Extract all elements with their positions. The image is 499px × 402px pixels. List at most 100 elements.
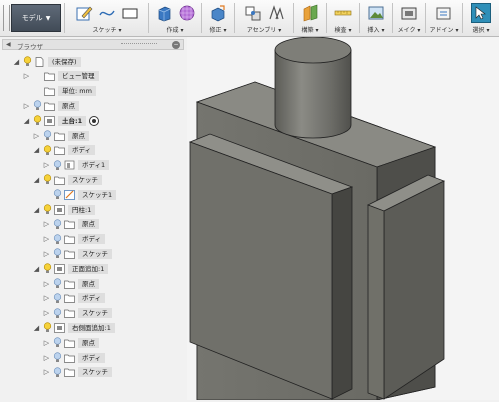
- rectangle-icon[interactable]: [120, 3, 140, 23]
- insert-image-icon[interactable]: [366, 3, 386, 23]
- browser-node-label[interactable]: 原点: [68, 130, 89, 141]
- addins-group[interactable]: アドイン ▾: [427, 2, 461, 35]
- browser-node[interactable]: ▷ 原点: [32, 129, 89, 142]
- lightbulb-icon[interactable]: [43, 145, 52, 156]
- collapse-arrow-icon[interactable]: ◢: [32, 146, 41, 154]
- browser-node-label[interactable]: ボディ1: [78, 160, 110, 171]
- expand-arrow-icon[interactable]: ▷: [42, 294, 51, 302]
- create-sketch-icon[interactable]: [74, 3, 94, 23]
- expand-arrow-icon[interactable]: ▷: [42, 354, 51, 362]
- select-menu-label[interactable]: 選択 ▾: [464, 25, 498, 34]
- browser-node-label[interactable]: スケッチ: [78, 248, 112, 259]
- addins-menu-label[interactable]: アドイン ▾: [427, 25, 461, 34]
- make-group[interactable]: メイク ▾: [394, 2, 424, 35]
- browser-node-label[interactable]: スケッチ: [78, 367, 112, 378]
- expand-arrow-icon[interactable]: ▷: [22, 102, 31, 110]
- assembly-menu-label[interactable]: アセンブリ ▾: [236, 25, 292, 34]
- browser-node-label[interactable]: スケッチ: [78, 308, 112, 319]
- collapse-arrow-icon[interactable]: ◢: [32, 265, 41, 273]
- browser-node[interactable]: ▷ スケッチ: [42, 247, 112, 260]
- lightbulb-icon[interactable]: [23, 56, 32, 67]
- browser-node[interactable]: ▷ ボディ: [42, 292, 106, 305]
- close-icon[interactable]: −: [172, 41, 180, 49]
- collapse-arrow-icon[interactable]: ◀: [6, 41, 11, 48]
- browser-node[interactable]: ▷ ビュー管理: [22, 70, 99, 83]
- lightbulb-icon[interactable]: [53, 189, 62, 200]
- lightbulb-icon[interactable]: [53, 219, 62, 230]
- browser-node-label[interactable]: ボディ: [78, 352, 106, 363]
- collapse-arrow-icon[interactable]: ◢: [12, 58, 21, 66]
- lightbulb-icon[interactable]: [53, 233, 62, 245]
- create-group[interactable]: 作成 ▾: [150, 2, 200, 35]
- browser-node-label[interactable]: 土台:1: [58, 115, 87, 126]
- lightbulb-icon[interactable]: [43, 204, 52, 215]
- browser-node-label[interactable]: ボディ: [68, 145, 96, 156]
- browser-node-label[interactable]: ボディ: [78, 234, 106, 245]
- assembly-group[interactable]: アセンブリ ▾: [236, 2, 292, 35]
- lightbulb-icon[interactable]: [53, 337, 62, 348]
- modify-group[interactable]: 修正 ▾: [203, 2, 233, 35]
- browser-node-label[interactable]: スケッチ1: [78, 189, 117, 200]
- browser-node[interactable]: ▷ ボディ: [42, 351, 106, 364]
- joint-icon[interactable]: [243, 3, 263, 23]
- construct-menu-label[interactable]: 構築 ▾: [295, 25, 325, 34]
- browser-node[interactable]: 単位: mm: [22, 85, 96, 98]
- lightbulb-icon[interactable]: [53, 307, 62, 319]
- extrude-icon[interactable]: [154, 3, 174, 23]
- expand-arrow-icon[interactable]: ▷: [42, 161, 51, 169]
- browser-node-label[interactable]: 原点: [78, 278, 99, 289]
- browser-node[interactable]: ▷ 原点: [42, 218, 99, 231]
- expand-arrow-icon[interactable]: ▷: [42, 339, 51, 347]
- browser-node-label[interactable]: 原点: [78, 337, 99, 348]
- browser-node[interactable]: ▷ 原点: [42, 277, 99, 290]
- make-menu-label[interactable]: メイク ▾: [394, 25, 424, 34]
- expand-arrow-icon[interactable]: ▷: [42, 235, 51, 243]
- collapse-arrow-icon[interactable]: ◢: [32, 206, 41, 214]
- modify-menu-label[interactable]: 修正 ▾: [203, 25, 233, 34]
- browser-node[interactable]: スケッチ1: [42, 188, 117, 201]
- browser-node[interactable]: ◢ 土台:1: [22, 114, 100, 127]
- browser-node-label[interactable]: 原点: [58, 100, 79, 111]
- browser-node-label[interactable]: 円柱:1: [68, 204, 96, 215]
- lightbulb-icon[interactable]: [33, 115, 42, 126]
- collapse-arrow-icon[interactable]: ◢: [32, 176, 41, 184]
- create-menu-label[interactable]: 作成 ▾: [150, 25, 200, 34]
- cylinder-body[interactable]: [274, 36, 352, 139]
- expand-arrow-icon[interactable]: ▷: [42, 309, 51, 317]
- insert-group[interactable]: 挿入 ▾: [361, 2, 391, 35]
- sphere-grid-icon[interactable]: [177, 3, 197, 23]
- expand-arrow-icon[interactable]: ▷: [42, 250, 51, 258]
- toolbar-grip[interactable]: [3, 5, 10, 31]
- lightbulb-icon[interactable]: [53, 352, 62, 363]
- browser-node[interactable]: ▷ スケッチ: [42, 366, 112, 379]
- browser-node[interactable]: ◢ ボディ: [32, 144, 96, 157]
- browser-node-label[interactable]: ビュー管理: [58, 71, 99, 82]
- lightbulb-icon[interactable]: [43, 263, 52, 274]
- lightbulb-icon[interactable]: [53, 367, 62, 378]
- press-pull-icon[interactable]: [208, 3, 228, 23]
- browser-node[interactable]: ◢ 右側面追加:1: [32, 321, 115, 334]
- browser-node[interactable]: ▷ ボディ: [42, 233, 106, 246]
- sketch-menu-label[interactable]: スケッチ ▾: [67, 25, 147, 34]
- browser-node-label[interactable]: 右側面追加:1: [68, 322, 115, 333]
- lightbulb-icon[interactable]: [43, 322, 52, 333]
- collapse-arrow-icon[interactable]: ◢: [32, 324, 41, 332]
- browser-node-label[interactable]: ボディ: [78, 293, 106, 304]
- inspect-menu-label[interactable]: 検査 ▾: [328, 25, 358, 34]
- activate-component-radio[interactable]: [89, 115, 100, 126]
- expand-arrow-icon[interactable]: ▷: [22, 72, 31, 80]
- right-side-addition-body[interactable]: [367, 174, 445, 400]
- as-built-joint-icon[interactable]: [266, 3, 286, 23]
- construct-group[interactable]: 構築 ▾: [295, 2, 325, 35]
- expand-arrow-icon[interactable]: ▷: [32, 132, 41, 140]
- lightbulb-icon[interactable]: [53, 159, 62, 171]
- browser-header[interactable]: ◀ ブラウザ −: [2, 39, 184, 51]
- browser-node-label[interactable]: (未保存): [48, 56, 81, 67]
- lightbulb-icon[interactable]: [53, 278, 62, 289]
- workspace-mode-button[interactable]: モデル ▼: [11, 4, 61, 32]
- browser-node[interactable]: ▷ ボディ1: [42, 159, 110, 172]
- browser-node[interactable]: ◢ 正面追加:1: [32, 262, 109, 275]
- 3d-print-icon[interactable]: [399, 3, 419, 23]
- select-group[interactable]: 選択 ▾: [464, 2, 498, 35]
- expand-arrow-icon[interactable]: ▷: [42, 368, 51, 376]
